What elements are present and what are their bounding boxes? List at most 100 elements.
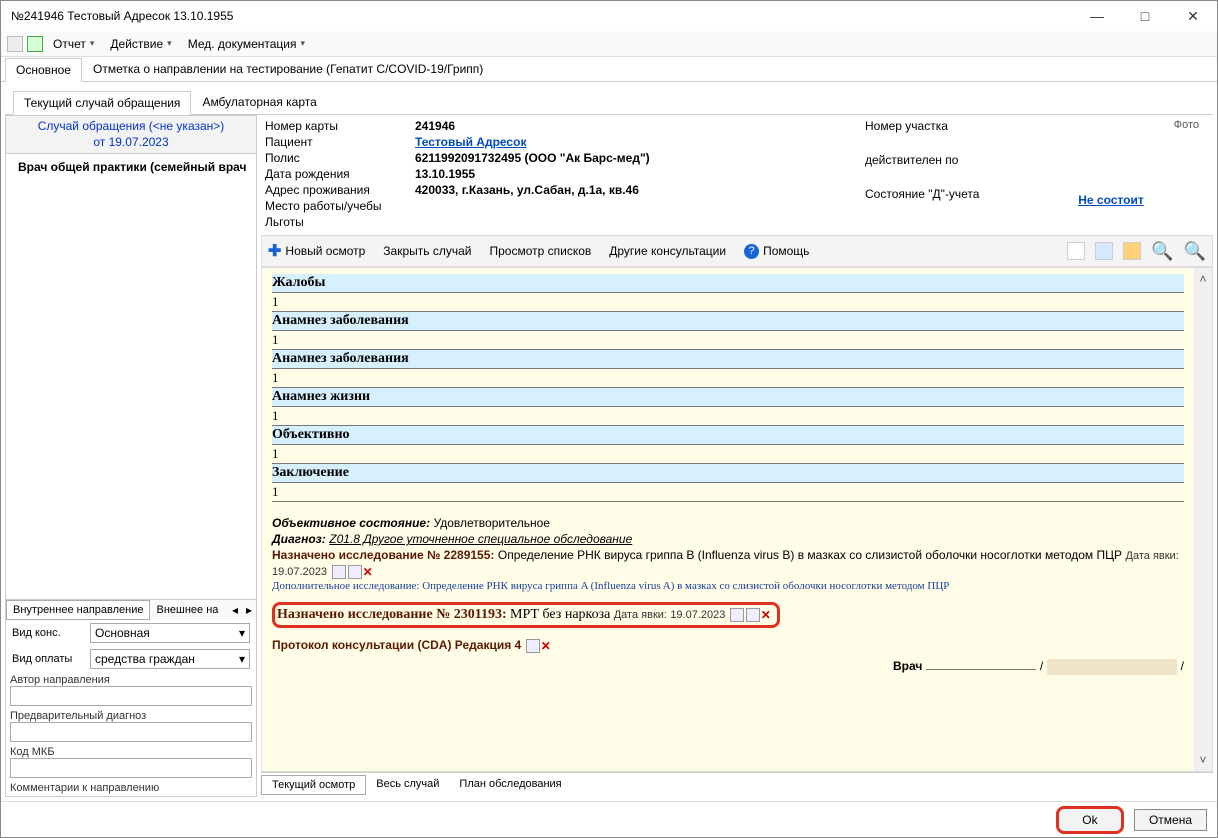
referral-author-input[interactable] [10, 686, 252, 706]
scroll-up-icon[interactable]: ˄ [1199, 268, 1206, 290]
diagnosis-value: Z01.8 Другое уточненное специальное обсл… [329, 532, 632, 546]
patient-name-link[interactable]: Тестовый Адресок [415, 135, 815, 149]
study1-value: Определение РНК вируса гриппа B (Influen… [498, 548, 1122, 562]
bottom-tab-current[interactable]: Текущий осмотр [261, 775, 366, 795]
payment-type-value: средства граждан [95, 652, 195, 666]
help-button[interactable]: ?Помощь [744, 244, 809, 259]
delete-icon[interactable]: ✕ [761, 608, 771, 622]
tab-current-case[interactable]: Текущий случай обращения [13, 91, 191, 115]
zoom-out-icon[interactable]: 🔍 [1184, 241, 1206, 262]
tab-referral-note[interactable]: Отметка о направлении на тестирование (Г… [82, 57, 494, 81]
print-icon[interactable] [348, 565, 362, 579]
section-anamnesis1-header: Анамнез заболевания [272, 312, 1184, 331]
referral-tabs: Внутреннее направление Внешнее на ◂ ▸ [6, 599, 256, 620]
doctor-label: Врач [893, 659, 922, 673]
d-status-link[interactable]: Не состоит [1078, 193, 1144, 207]
doctor-signature-line [926, 669, 1036, 670]
mkb-code-label: Код МКБ [10, 746, 252, 758]
refresh-icon[interactable] [27, 36, 43, 52]
label-policy: Полис [265, 151, 405, 165]
plus-icon: ✚ [268, 241, 281, 261]
section-objective-body[interactable]: 1 [272, 445, 1184, 464]
chart-icon[interactable] [1095, 242, 1113, 260]
document-area: Жалобы 1 Анамнез заболевания 1 Анамнез з… [262, 268, 1194, 771]
chevron-down-icon: ▾ [239, 626, 245, 640]
value-address: 420033, г.Казань, ул.Сабан, д.1а, кв.46 [415, 183, 815, 197]
close-case-button[interactable]: Закрыть случай [383, 244, 471, 258]
case-tree[interactable]: Врач общей практики (семейный врач [6, 154, 256, 595]
label-photo: Фото [1174, 119, 1199, 131]
menu-meddoc[interactable]: Мед. документация [182, 35, 311, 53]
new-exam-button[interactable]: ✚Новый осмотр [268, 241, 365, 261]
referral-tab-external[interactable]: Внешнее на [150, 601, 224, 619]
mkb-code-input[interactable] [10, 758, 252, 778]
vertical-scrollbar[interactable]: ˄ ˅ [1194, 268, 1212, 771]
tree-item-doctor[interactable]: Врач общей практики (семейный врач [8, 158, 254, 176]
edit-icon[interactable] [332, 565, 346, 579]
footer: Ok Отмена [1, 801, 1217, 837]
menu-action[interactable]: Действие [104, 35, 177, 53]
consult-type-select[interactable]: Основная ▾ [90, 623, 250, 643]
section-anamnesis2-body[interactable]: 1 [272, 369, 1184, 388]
section-complaints-body[interactable]: 1 [272, 293, 1184, 312]
tabs-scroll-right-icon[interactable]: ▸ [242, 603, 256, 617]
study1-date: 19.07.2023 [272, 566, 327, 578]
diagnosis-label: Диагноз: [272, 532, 326, 546]
value-policy: 6211992091732495 (ООО "Ак Барс-мед") [415, 151, 815, 165]
label-benefits: Льготы [265, 215, 405, 229]
referral-comment-label: Комментарии к направлению [10, 782, 252, 794]
study2-label: Назначено исследование № 2301193: [277, 607, 507, 622]
tab-ambulatory-card[interactable]: Амбулаторная карта [191, 90, 327, 114]
sub-tabs: Текущий случай обращения Амбулаторная ка… [5, 90, 1213, 115]
bottom-tab-plan[interactable]: План обследования [449, 775, 571, 795]
zoom-in-icon[interactable]: 🔍 [1151, 241, 1173, 262]
print-icon[interactable] [746, 608, 760, 622]
label-valid-until: действителен по [865, 153, 1005, 167]
highlighted-study-box: Назначено исследование № 2301193: МРТ бе… [272, 602, 780, 628]
section-anamnesis1-body[interactable]: 1 [272, 331, 1184, 350]
view-lists-button[interactable]: Просмотр списков [489, 244, 591, 258]
section-conclusion-body[interactable]: 1 [272, 483, 1184, 502]
case-header-line2: от 19.07.2023 [8, 135, 254, 151]
objective-state-value: Удовлетворительное [434, 516, 550, 530]
titlebar: №241946 Тестовый Адресок 13.10.1955 — □ … [1, 1, 1217, 31]
protocol-label: Протокол консультации (CDA) Редакция 4 [272, 638, 521, 652]
folder-icon[interactable] [1123, 242, 1141, 260]
close-icon[interactable]: ✕ [1179, 8, 1207, 25]
case-header-line1: Случай обращения (<не указан>) [8, 119, 254, 135]
preliminary-diagnosis-label: Предварительный диагноз [10, 710, 252, 722]
section-anamnesis2-header: Анамнез заболевания [272, 350, 1184, 369]
referral-author-label: Автор направления [10, 674, 252, 686]
case-header[interactable]: Случай обращения (<не указан>) от 19.07.… [6, 116, 256, 154]
study1-label: Назначено исследование № 2289155: [272, 548, 494, 562]
tabs-scroll-left-icon[interactable]: ◂ [228, 603, 242, 617]
window-title: №241946 Тестовый Адресок 13.10.1955 [11, 9, 1083, 23]
scroll-down-icon[interactable]: ˅ [1199, 749, 1206, 771]
delete-icon[interactable]: ✕ [541, 639, 551, 653]
maximize-icon[interactable]: □ [1131, 8, 1159, 25]
bottom-tab-all[interactable]: Весь случай [366, 775, 449, 795]
edit-icon[interactable] [526, 639, 540, 653]
delete-icon[interactable]: ✕ [363, 565, 373, 579]
section-life-anamnesis-header: Анамнез жизни [272, 388, 1184, 407]
toolbar-icon-1[interactable] [1067, 242, 1085, 260]
left-pane: Случай обращения (<не указан>) от 19.07.… [5, 115, 257, 797]
ok-button[interactable]: Ok [1056, 806, 1124, 834]
edit-icon[interactable] [730, 608, 744, 622]
label-address: Адрес проживания [265, 183, 405, 197]
tab-main[interactable]: Основное [5, 58, 82, 82]
study2-value: МРТ без наркоза [510, 607, 610, 622]
bottom-tabs: Текущий осмотр Весь случай План обследов… [261, 772, 1213, 797]
other-consults-button[interactable]: Другие консультации [609, 244, 726, 258]
minimize-icon[interactable]: — [1083, 8, 1111, 25]
label-d-status: Состояние "Д"-учета [865, 187, 1005, 201]
section-life-anamnesis-body[interactable]: 1 [272, 407, 1184, 426]
right-pane: Номер карты Пациент Полис Дата рождения … [261, 115, 1213, 797]
referral-tab-internal[interactable]: Внутреннее направление [6, 600, 150, 620]
save-icon[interactable] [7, 36, 23, 52]
preliminary-diagnosis-input[interactable] [10, 722, 252, 742]
payment-type-select[interactable]: средства граждан ▾ [90, 649, 250, 669]
cancel-button[interactable]: Отмена [1134, 809, 1207, 831]
menu-report[interactable]: Отчет [47, 35, 100, 53]
label-workplace: Место работы/учебы [265, 199, 405, 213]
